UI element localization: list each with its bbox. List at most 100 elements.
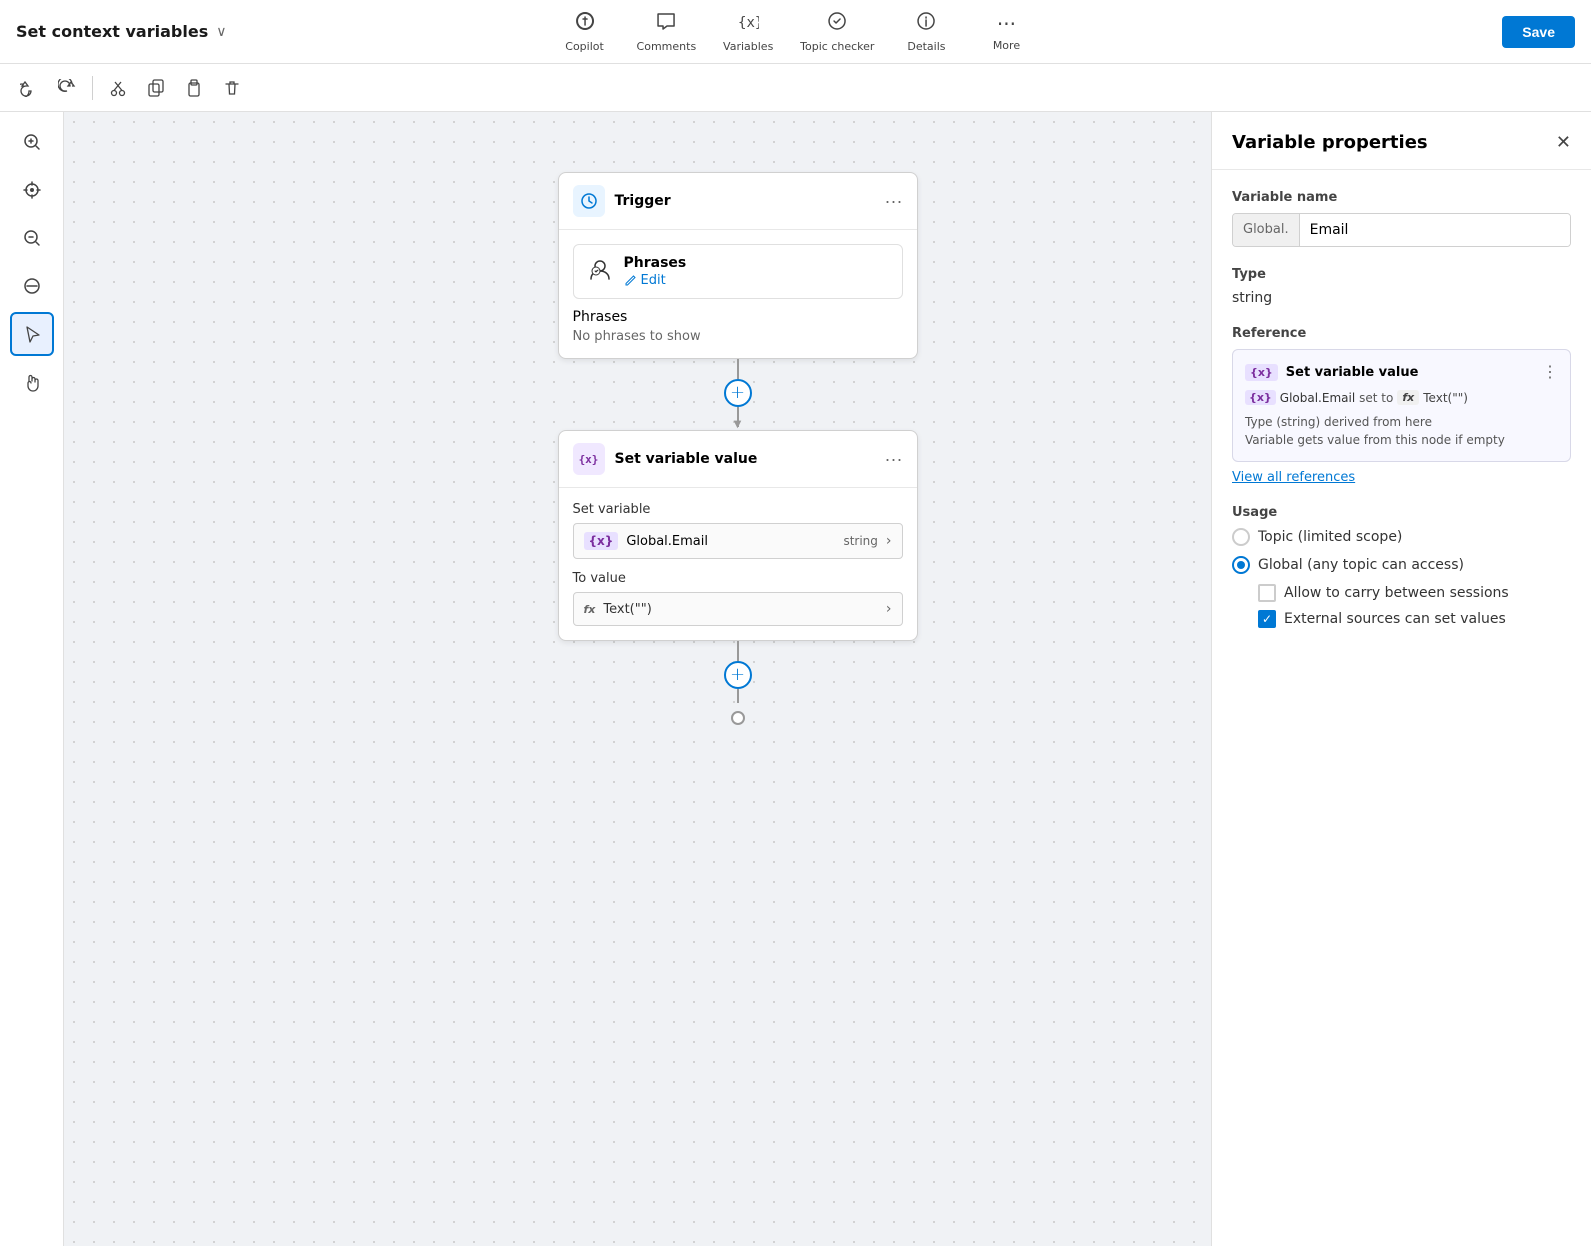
ref-var-name: Global.Email bbox=[1280, 391, 1355, 405]
var-field-name: Global.Email bbox=[626, 534, 835, 549]
topbar: Set context variables ∨ Copilot Comments bbox=[0, 0, 1591, 64]
panel-close-button[interactable]: ✕ bbox=[1556, 132, 1571, 153]
topbar-title: Set context variables bbox=[16, 22, 208, 41]
reference-section: Reference {x} Set variable value ⋮ {x} G… bbox=[1232, 326, 1571, 485]
trigger-node-menu[interactable]: ··· bbox=[885, 191, 903, 212]
var-name-prefix: Global. bbox=[1233, 214, 1300, 246]
ref-title: Set variable value bbox=[1286, 365, 1419, 380]
set-variable-label: Set variable bbox=[573, 502, 903, 517]
arrow-down-1: ▼ bbox=[734, 419, 742, 430]
toolbar bbox=[0, 64, 1591, 112]
carry-between-sessions-box bbox=[1258, 584, 1276, 602]
variable-properties-panel: Variable properties ✕ Variable name Glob… bbox=[1211, 112, 1591, 1246]
to-value-label: To value bbox=[573, 571, 903, 586]
redo-button[interactable] bbox=[50, 73, 84, 103]
copy-button[interactable] bbox=[139, 73, 173, 103]
topbar-right: Save bbox=[1502, 16, 1575, 48]
more-button[interactable]: ··· More bbox=[978, 12, 1034, 52]
panel-body: Variable name Global. Type string Refere… bbox=[1212, 170, 1591, 668]
topic-scope-radio-circle bbox=[1232, 528, 1250, 546]
topbar-center: Copilot Comments {x} Variables bbox=[557, 10, 1035, 53]
ref-item: {x} Set variable value ⋮ bbox=[1245, 362, 1558, 382]
comments-button[interactable]: Comments bbox=[637, 10, 697, 53]
topic-checker-icon bbox=[826, 10, 848, 37]
ref-detail: {x} Global.Email set to fx Text("") bbox=[1245, 390, 1558, 405]
zoom-out-button[interactable] bbox=[10, 216, 54, 260]
phrases-empty-text: No phrases to show bbox=[573, 329, 903, 344]
zoom-in-button[interactable] bbox=[10, 120, 54, 164]
connector-2: + bbox=[724, 641, 752, 725]
line-2b bbox=[737, 689, 739, 703]
save-button[interactable]: Save bbox=[1502, 16, 1575, 48]
view-all-references-link[interactable]: View all references bbox=[1232, 470, 1571, 485]
cursor-tool-button[interactable] bbox=[10, 312, 54, 356]
phrases-edit-link[interactable]: Edit bbox=[624, 273, 890, 288]
no-entry-button[interactable] bbox=[10, 264, 54, 308]
phrases-info: Phrases Edit bbox=[624, 255, 890, 288]
phrases-empty-label: Phrases bbox=[573, 309, 903, 325]
ref-var-icon: {x} bbox=[1245, 364, 1278, 381]
var-field-type: string bbox=[843, 534, 877, 548]
line-1 bbox=[737, 359, 739, 379]
details-button[interactable]: Details bbox=[898, 10, 954, 53]
var-name-input[interactable] bbox=[1300, 214, 1570, 246]
variables-button[interactable]: {x} Variables bbox=[720, 10, 776, 53]
topic-scope-radio[interactable]: Topic (limited scope) bbox=[1232, 528, 1571, 546]
copilot-icon bbox=[574, 10, 596, 37]
reference-section-label: Reference bbox=[1232, 326, 1571, 341]
fx-value: Text("") bbox=[603, 602, 878, 617]
trigger-node-title: Trigger bbox=[615, 193, 671, 209]
ref-fx-badge: fx bbox=[1397, 390, 1419, 405]
hand-tool-button[interactable] bbox=[10, 360, 54, 404]
ref-note: Type (string) derived from here Variable… bbox=[1245, 413, 1558, 449]
paste-button[interactable] bbox=[177, 73, 211, 103]
connector-1: + ▼ bbox=[724, 359, 752, 430]
topic-checker-button[interactable]: Topic checker bbox=[800, 10, 874, 53]
panel-title: Variable properties bbox=[1232, 132, 1428, 153]
external-sources-checkbox[interactable]: ✓ External sources can set values bbox=[1258, 610, 1571, 628]
ref-text-val: Text("") bbox=[1423, 391, 1468, 405]
ref-menu-button[interactable]: ⋮ bbox=[1542, 362, 1558, 382]
more-label: More bbox=[993, 39, 1020, 52]
center-button[interactable] bbox=[10, 168, 54, 212]
ref-note-line1: Type (string) derived from here bbox=[1245, 415, 1432, 429]
delete-button[interactable] bbox=[215, 73, 249, 103]
trigger-node-header: Trigger ··· bbox=[559, 173, 917, 230]
reference-box: {x} Set variable value ⋮ {x} Global.Emai… bbox=[1232, 349, 1571, 462]
fx-icon: fx bbox=[584, 603, 596, 616]
topic-scope-label: Topic (limited scope) bbox=[1258, 529, 1402, 545]
flow-container: Trigger ··· Phrases Edit bbox=[558, 172, 918, 725]
more-icon: ··· bbox=[997, 12, 1016, 36]
copilot-label: Copilot bbox=[565, 40, 604, 53]
phrases-avatar-icon bbox=[586, 255, 614, 288]
add-button-1[interactable]: + bbox=[724, 379, 752, 407]
copilot-button[interactable]: Copilot bbox=[557, 10, 613, 53]
left-tools bbox=[0, 112, 64, 1246]
checkbox-group: Allow to carry between sessions ✓ Extern… bbox=[1258, 584, 1571, 628]
canvas[interactable]: Trigger ··· Phrases Edit bbox=[64, 112, 1211, 1246]
variables-icon: {x} bbox=[737, 10, 759, 37]
global-scope-label: Global (any topic can access) bbox=[1258, 557, 1464, 573]
to-value-field[interactable]: fx Text("") › bbox=[573, 592, 903, 626]
external-sources-label: External sources can set values bbox=[1284, 611, 1506, 627]
var-field-arrow-icon: › bbox=[886, 533, 892, 549]
phrases-empty-section: Phrases No phrases to show bbox=[573, 309, 903, 344]
type-value: string bbox=[1232, 290, 1571, 306]
global-scope-radio-circle bbox=[1232, 556, 1250, 574]
cut-button[interactable] bbox=[101, 73, 135, 103]
title-chevron-icon[interactable]: ∨ bbox=[216, 24, 226, 40]
end-circle bbox=[731, 711, 745, 725]
carry-between-sessions-checkbox[interactable]: Allow to carry between sessions bbox=[1258, 584, 1571, 602]
variable-field[interactable]: {x} Global.Email string › bbox=[573, 523, 903, 559]
phrases-item[interactable]: Phrases Edit bbox=[573, 244, 903, 299]
trigger-icon bbox=[573, 185, 605, 217]
toolbar-divider bbox=[92, 76, 93, 100]
edit-label: Edit bbox=[641, 273, 666, 288]
usage-section: Usage Topic (limited scope) Global (any … bbox=[1232, 505, 1571, 628]
to-value-arrow-icon: › bbox=[886, 601, 892, 617]
add-button-2[interactable]: + bbox=[724, 661, 752, 689]
set-variable-node: {x} Set variable value ··· Set variable … bbox=[558, 430, 918, 641]
undo-button[interactable] bbox=[12, 73, 46, 103]
global-scope-radio[interactable]: Global (any topic can access) bbox=[1232, 556, 1571, 574]
set-variable-menu[interactable]: ··· bbox=[885, 449, 903, 470]
